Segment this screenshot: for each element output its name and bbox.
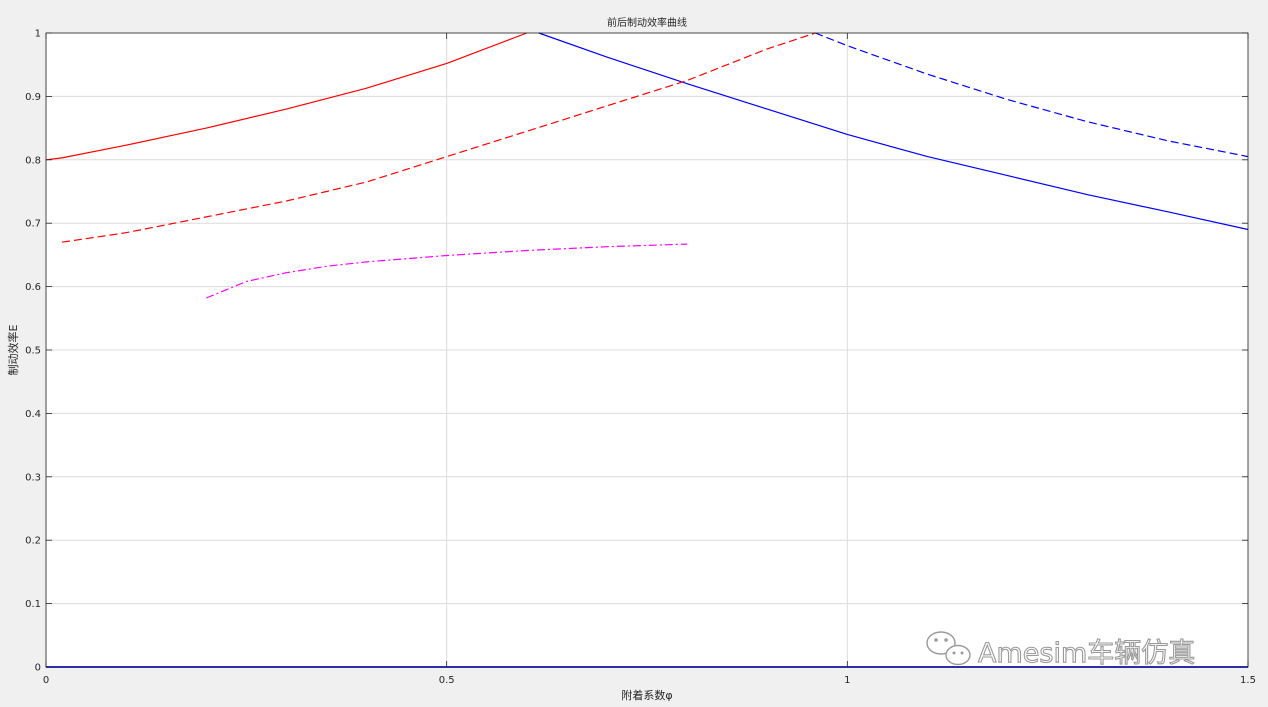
y-tick-label: 0.8 bbox=[25, 155, 41, 166]
y-tick-label: 0 bbox=[35, 663, 41, 674]
x-axis-label: 附着系数φ bbox=[621, 688, 672, 702]
chart-title: 前后制动效率曲线 bbox=[607, 16, 687, 29]
y-tick-label: 0.6 bbox=[25, 282, 41, 293]
chart: 0 0.5 1 1.5 0 0.1 0.2 0.3 0.4 0.5 0.6 0.7 0.8 0.9 1 前后… bbox=[6, 16, 1256, 702]
x-tick-label: 1.5 bbox=[1240, 675, 1256, 686]
y-axis-label: 制动效率E bbox=[6, 324, 20, 375]
y-tick-label: 0.3 bbox=[25, 472, 41, 483]
x-tick-label: 0 bbox=[43, 675, 49, 686]
x-tick-label: 1 bbox=[844, 675, 850, 686]
y-tick-label: 0.9 bbox=[25, 92, 41, 103]
y-tick-label: 0.1 bbox=[25, 599, 41, 610]
y-tick-label: 1 bbox=[35, 29, 41, 40]
watermark-text: Amesim车辆仿真 bbox=[978, 638, 1195, 669]
y-tick-label: 0.7 bbox=[25, 219, 41, 230]
y-tick-label: 0.2 bbox=[25, 536, 41, 547]
y-tick-label: 0.5 bbox=[25, 346, 41, 357]
x-tick-label: 0.5 bbox=[439, 675, 455, 686]
y-tick-label: 0.4 bbox=[25, 409, 41, 420]
